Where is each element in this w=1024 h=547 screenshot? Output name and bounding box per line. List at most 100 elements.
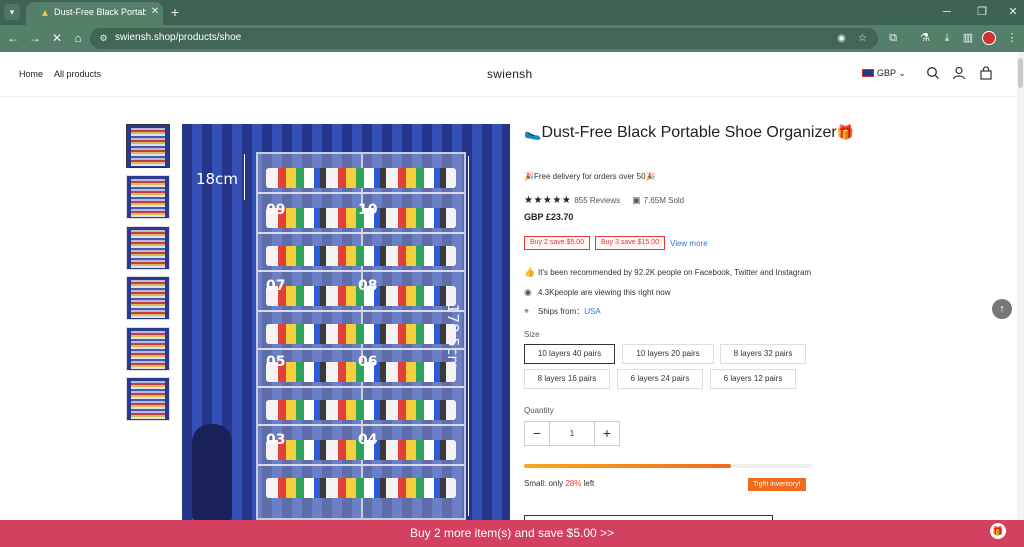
gift-widget-icon[interactable]: 🎁	[990, 523, 1006, 539]
size-option[interactable]: 6 layers 24 pairs	[617, 369, 703, 389]
recommended-text: It's been recommended by 92.2K people on…	[538, 268, 812, 277]
shelf-number: 08	[358, 278, 378, 294]
view-more-link[interactable]: View more	[670, 239, 708, 248]
address-bar[interactable]: ⚙ swiensh.shop/products/shoe ◉ ☆	[90, 28, 878, 49]
gallery-thumbnail[interactable]	[126, 175, 170, 219]
gallery-thumbnail[interactable]	[126, 226, 170, 270]
shelf-number: 05	[266, 354, 286, 370]
bottom-promo-text: Buy 2 more item(s) and save $5.00 >>	[409, 526, 615, 540]
gallery-thumbnail[interactable]	[126, 377, 170, 421]
tab-title: Dust-Free Black Portable Sh	[54, 7, 146, 17]
browser-toolbar: ← → ✕ ⌂ ⚙ swiensh.shop/products/shoe ◉ ☆…	[0, 25, 1024, 52]
shelf-number: 09	[266, 202, 286, 218]
site-brand[interactable]: swiensh	[487, 67, 532, 81]
shelf-number: 04	[358, 432, 378, 448]
shelf-number: 06	[358, 354, 378, 370]
home-icon[interactable]: ⌂	[71, 31, 85, 45]
ships-from-label: Ships from：	[538, 307, 585, 316]
eye-off-icon[interactable]: ◉	[835, 32, 848, 45]
product-title-text: Dust-Free Black Portable Shoe Organizer	[541, 124, 837, 141]
gallery-thumbnail[interactable]	[126, 276, 170, 320]
nav-home[interactable]: Home	[19, 69, 43, 79]
stop-icon[interactable]: ✕	[50, 31, 64, 45]
sold-icon: ▣	[632, 195, 641, 205]
tab-search-icon[interactable]: ▾	[4, 4, 20, 20]
star-rating[interactable]: ★★★★★	[524, 195, 571, 206]
eye-icon: ◉	[524, 287, 532, 297]
shelf-number: 10	[358, 202, 378, 218]
site-info-icon[interactable]: ⚙	[97, 32, 110, 45]
account-icon[interactable]	[952, 66, 966, 80]
shoe-icon: 🥿	[524, 124, 542, 140]
size-option[interactable]: 10 layers 20 pairs	[622, 344, 714, 364]
nav-all-products[interactable]: All products	[54, 69, 101, 79]
restore-icon[interactable]: ❐	[975, 5, 989, 19]
bottom-promo-bar[interactable]: Buy 2 more item(s) and save $5.00 >> 🎁	[0, 520, 1024, 547]
window-close-icon[interactable]: ✕	[1006, 5, 1020, 19]
cart-icon[interactable]	[979, 66, 993, 80]
labs-icon[interactable]: ⚗	[918, 31, 932, 45]
size-label: Size	[524, 330, 540, 339]
stock-text: Small: only 28% left	[524, 479, 595, 488]
quantity-decrease-button[interactable]: −	[525, 422, 550, 445]
url-text: swiensh.shop/products/shoe	[115, 32, 242, 43]
stock-progress-bar	[524, 464, 812, 468]
page-scrollbar[interactable]	[1017, 52, 1024, 520]
promo-badge[interactable]: Buy 2 save $5.00	[524, 236, 591, 250]
downloads-icon[interactable]: ⤓	[940, 31, 954, 45]
ships-from-line: ⌖ Ships from：USA	[524, 306, 601, 317]
uk-flag-icon	[862, 69, 874, 77]
dimension-line	[244, 154, 245, 200]
product-main-image[interactable]: 18cm 178.5cm 09 10 07 08 05 06 03 04	[182, 124, 510, 520]
bookmark-star-icon[interactable]: ☆	[856, 32, 869, 45]
thumbs-up-icon: 👍	[524, 267, 536, 277]
tab-close-icon[interactable]: ✕	[149, 6, 161, 18]
gallery-thumbnail[interactable]	[126, 124, 170, 168]
quantity-value[interactable]: 1	[550, 422, 594, 445]
shelf-number: 03	[266, 432, 286, 448]
currency-label: GBP	[877, 68, 896, 78]
shelf-number: 07	[266, 278, 286, 294]
location-pin-icon: ⌖	[524, 306, 530, 316]
forward-icon[interactable]: →	[28, 31, 42, 45]
gallery-thumbnail[interactable]	[126, 327, 170, 371]
dimension-line	[468, 156, 469, 516]
side-panel-icon[interactable]: ▥	[961, 31, 975, 45]
promo-badge[interactable]: Buy 3 save $15.00	[595, 236, 665, 250]
quantity-label: Quantity	[524, 406, 554, 415]
figurine-decoration	[192, 424, 232, 520]
back-to-top-button[interactable]: ↑	[992, 299, 1012, 319]
browser-tab-bar: ▾ ▲ Dust-Free Black Portable Sh ✕ + ─ ❐ …	[0, 0, 1024, 25]
size-option[interactable]: 10 layers 40 pairs	[524, 344, 615, 364]
viewing-line: ◉ 4.3Kpeople are viewing this right now	[524, 287, 671, 298]
ships-from-value: USA	[584, 307, 601, 316]
search-icon[interactable]	[926, 66, 940, 80]
quantity-increase-button[interactable]: +	[594, 422, 619, 445]
size-option[interactable]: 8 layers 16 pairs	[524, 369, 610, 389]
quantity-stepper: − 1 +	[524, 421, 620, 446]
stock-progress-fill	[524, 464, 732, 468]
browser-tab[interactable]: ▲ Dust-Free Black Portable Sh ✕	[26, 2, 163, 25]
currency-selector[interactable]: GBP ⌄	[862, 68, 906, 79]
new-tab-icon[interactable]: +	[168, 4, 182, 20]
site-header: Home All products swiensh GBP ⌄	[0, 52, 1019, 97]
scrollbar-thumb[interactable]	[1018, 58, 1023, 88]
sold-count: 7.65M Sold	[643, 196, 685, 205]
extensions-icon[interactable]: ⧉	[886, 31, 900, 45]
profile-avatar[interactable]	[982, 31, 996, 45]
size-option[interactable]: 8 layers 32 pairs	[720, 344, 806, 364]
product-title: 🥿Dust-Free Black Portable Shoe Organizer…	[524, 124, 854, 142]
viewing-text: 4.3Kpeople are viewing this right now	[538, 288, 671, 297]
dimension-layer-label: 18cm	[196, 170, 238, 188]
minimize-icon[interactable]: ─	[940, 5, 954, 19]
free-delivery-note: 🎉Free delivery for orders over 50🎉	[524, 172, 656, 181]
stock-percent: 28%	[565, 479, 582, 488]
favicon-icon: ▲	[40, 8, 50, 19]
back-icon[interactable]: ←	[6, 31, 20, 45]
product-price: GBP £23.70	[524, 212, 574, 222]
gift-icon: 🎁	[836, 124, 855, 140]
reviews-count[interactable]: 855 Reviews	[574, 196, 620, 205]
menu-icon[interactable]: ⋮	[1005, 31, 1019, 45]
shoe-cabinet: 09 10 07 08 05 06 03 04	[256, 152, 466, 520]
size-option[interactable]: 6 layers 12 pairs	[710, 369, 796, 389]
